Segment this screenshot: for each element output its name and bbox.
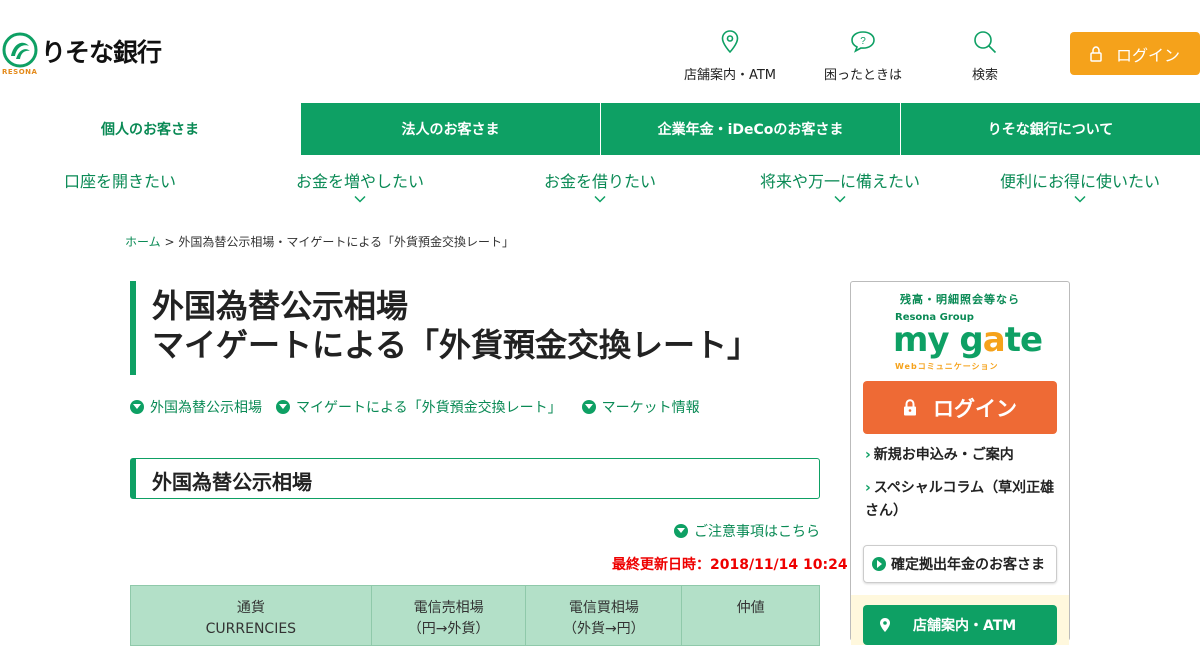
table-header-line: 電信売相場 [413, 600, 484, 616]
subnav-item-label: 便利にお得に使いたい [999, 172, 1160, 191]
resona-logo-mark-icon [2, 32, 38, 68]
tab-about-resona[interactable]: りそな銀行について [900, 103, 1200, 155]
subnav-item-prepare-future[interactable]: 将来や万一に備えたい [740, 168, 940, 203]
subnav-item-borrow-money[interactable]: お金を借りたい [500, 168, 700, 203]
header-nav-store-atm[interactable]: 店舗案内・ATM [670, 30, 790, 83]
subnav-item-label: お金を増やしたい [295, 172, 424, 191]
logo-text: りそな銀行 [41, 38, 162, 67]
anchor-link-mygate-rates[interactable]: マイゲートによる「外貨預金交換レート」 [276, 397, 562, 417]
table-header-ttm: 仲値 [681, 585, 820, 646]
fx-rate-table: 通貨 CURRENCIES 電信売相場 （円→外貨） 電信買相場 （外貨→円） … [130, 585, 820, 646]
header-nav-search[interactable]: 検索 [925, 30, 1045, 83]
dc-pension-button[interactable]: 確定拠出年金のお客さま [863, 545, 1057, 583]
breadcrumb: ホーム > 外国為替公示相場・マイゲートによる「外貨預金交換レート」 [125, 233, 514, 250]
table-header-line: 通貨 [236, 600, 265, 616]
header-login-button[interactable]: ログイン [1070, 32, 1200, 75]
main-nav: 個人のお客さま 法人のお客さま 企業年金・iDeCoのお客さま りそな銀行につい… [0, 103, 1200, 155]
mygate-logo-part: te [1004, 320, 1043, 360]
subnav-item-label: 口座を開きたい [63, 172, 176, 191]
chevron-down-icon [354, 195, 366, 203]
subnav-item-grow-money[interactable]: お金を増やしたい [260, 168, 460, 203]
page-title-line1: 外国為替公示相場 [152, 287, 409, 325]
section-heading: 外国為替公示相場 [130, 458, 820, 499]
sidebar-link-special-column[interactable]: スペシャルコラム（草刈正雄さん） [865, 477, 1061, 523]
search-icon [974, 31, 997, 54]
circle-chevron-down-icon [674, 524, 688, 538]
header-nav-help[interactable]: ? 困ったときは [803, 30, 923, 83]
anchor-link-market-info[interactable]: マーケット情報 [581, 397, 700, 417]
subnav-item-label: お金を借りたい [543, 172, 656, 191]
chevron-down-icon [834, 195, 846, 203]
anchor-link-label: マーケット情報 [601, 400, 700, 416]
anchor-links: 外国為替公示相場 マイゲートによる「外貨預金交換レート」 マーケット情報 [130, 397, 714, 417]
mygate-logo-part: my g [893, 320, 984, 360]
anchor-link-label: 外国為替公示相場 [150, 400, 262, 416]
circle-chevron-down-icon [130, 400, 144, 414]
tab-pension-ideco[interactable]: 企業年金・iDeCoのお客さま [600, 103, 900, 155]
header-login-label: ログイン [1115, 45, 1180, 65]
sidebar-link-new-application[interactable]: 新規お申込み・ご案内 [865, 444, 1061, 467]
header-nav-label: 店舗案内・ATM [683, 68, 777, 83]
mygate-login-label: ログイン [933, 396, 1017, 421]
chevron-down-icon [594, 195, 606, 203]
anchor-link-label: マイゲートによる「外貨預金交換レート」 [296, 400, 562, 416]
lock-icon [904, 399, 916, 416]
svg-text:?: ? [860, 36, 866, 47]
sub-nav: 口座を開きたい お金を増やしたい お金を借りたい 将来や万一に備えたい 便利にお… [0, 168, 1200, 213]
subnav-item-open-account[interactable]: 口座を開きたい [20, 168, 220, 192]
sidebar-bottom-panel: 店舗案内・ATM [851, 595, 1069, 645]
header-nav-label: 検索 [971, 68, 998, 83]
breadcrumb-current: 外国為替公示相場・マイゲートによる「外貨預金交換レート」 [178, 235, 515, 249]
circle-chevron-right-icon [872, 557, 886, 571]
mygate-logo: my gate [893, 320, 1043, 360]
table-header-currency: 通貨 CURRENCIES [130, 585, 372, 646]
circle-chevron-down-icon [276, 400, 290, 414]
table-header-line: 電信買相場 [568, 600, 639, 616]
anchor-link-fx-rates[interactable]: 外国為替公示相場 [130, 397, 262, 417]
breadcrumb-separator: > [164, 235, 175, 249]
circle-chevron-down-icon [581, 400, 596, 414]
header-nav-label: 困ったときは [823, 68, 902, 83]
last-updated: 最終更新日時：2018/11/14 10:24 [612, 557, 848, 573]
table-header-ttb: 電信買相場 （外貨→円） [525, 585, 683, 646]
resona-logo[interactable]: りそな銀行 [2, 32, 162, 69]
subnav-item-label: 将来や万一に備えたい [759, 172, 920, 191]
store-atm-label: 店舗案内・ATM [913, 618, 1017, 634]
logo-subtext: RESONA [2, 68, 38, 76]
lock-icon [1090, 45, 1102, 62]
mygate-login-button[interactable]: ログイン [863, 381, 1057, 434]
section-heading-text: 外国為替公示相場 [152, 470, 312, 494]
help-bubble-icon: ? [851, 31, 875, 53]
brand-sub-text: Webコミュニケーション [895, 362, 999, 371]
page-title: 外国為替公示相場 マイゲートによる「外貨預金交換レート」 [152, 287, 759, 365]
table-header-line: 仲値 [736, 600, 765, 616]
table-header-tts: 電信売相場 （円→外貨） [370, 585, 527, 646]
tab-corporate[interactable]: 法人のお客さま [300, 103, 600, 155]
sidebar-store-atm-button[interactable]: 店舗案内・ATM [863, 605, 1057, 645]
map-pin-icon [880, 618, 890, 632]
chevron-down-icon [1074, 195, 1086, 203]
notice-link[interactable]: ご注意事項はこちら [674, 521, 820, 541]
map-pin-icon [721, 30, 739, 54]
mygate-logo-part: a [982, 320, 1006, 360]
page-title-line2: マイゲートによる「外貨預金交換レート」 [152, 326, 760, 364]
site-header: りそな銀行 RESONA 店舗案内・ATM ? 困ったときは 検索 ログイン [0, 0, 1200, 103]
subnav-item-convenient-use[interactable]: 便利にお得に使いたい [980, 168, 1180, 203]
mygate-sidebar: 残高・明細照会等なら Resona Group my gate Webコミュニケ… [850, 281, 1070, 645]
notice-link-label: ご注意事項はこちら [694, 524, 820, 540]
page-title-block: 外国為替公示相場 マイゲートによる「外貨預金交換レート」 [130, 281, 820, 375]
tab-personal[interactable]: 個人のお客さま [0, 103, 300, 155]
breadcrumb-home-link[interactable]: ホーム [125, 235, 161, 249]
dc-pension-label: 確定拠出年金のお客さま [891, 557, 1045, 573]
sidebar-caption: 残高・明細照会等なら [900, 293, 1020, 306]
